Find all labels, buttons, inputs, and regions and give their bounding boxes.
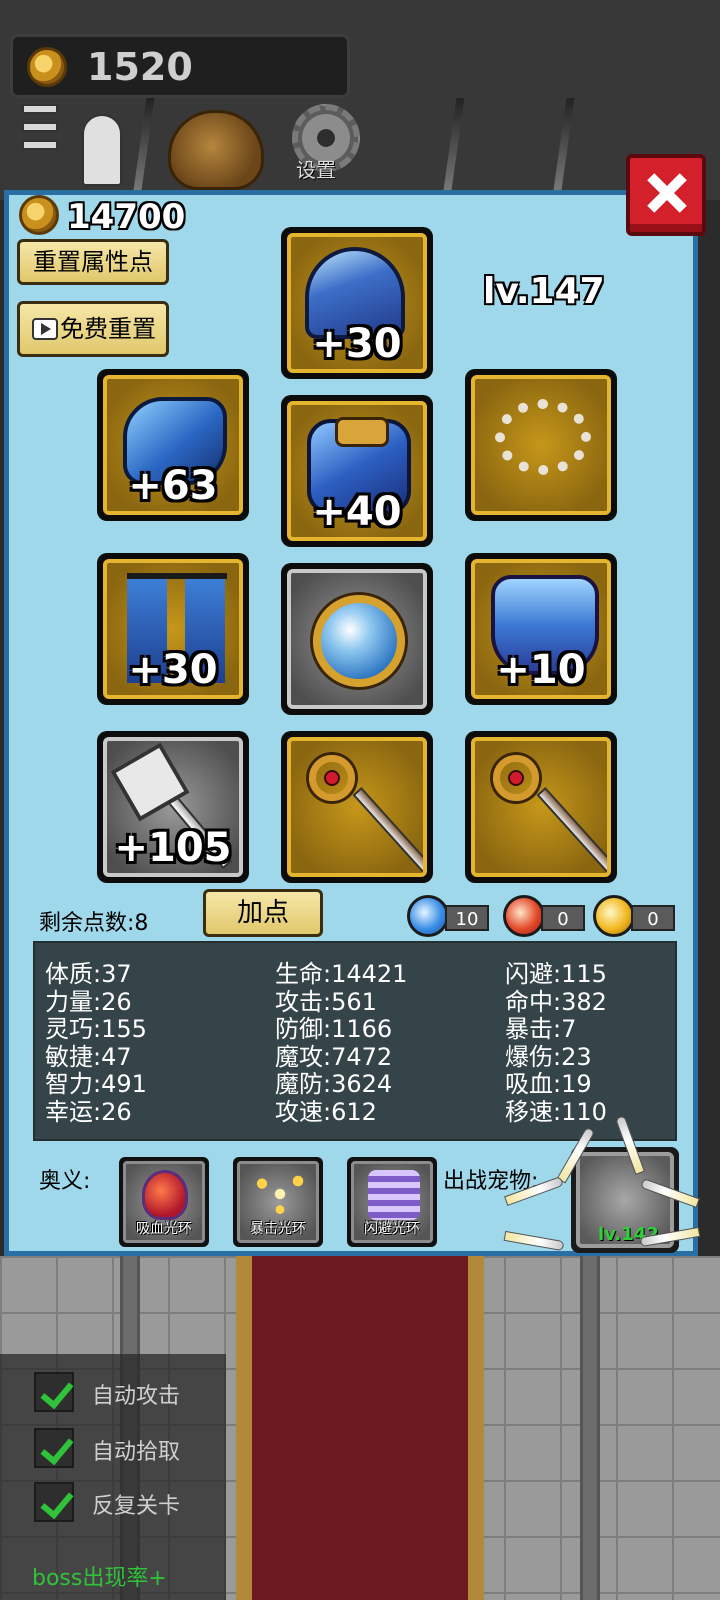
tab-bag[interactable] [160, 104, 270, 190]
secondary-stats: 闪避:115 命中:382 暴击:7 爆伤:23 吸血:19 移速:110 [505, 960, 607, 1126]
equip-slot-weapon[interactable]: +105 [97, 731, 249, 883]
tab-settings[interactable]: 设置 [286, 104, 366, 190]
stat-dodge: 闪避:115 [505, 960, 607, 988]
skill-lifesteal-aura[interactable]: 吸血光环 [119, 1157, 209, 1247]
player-level: lv.147 [483, 271, 605, 312]
enhance-level: +63 [128, 463, 218, 509]
skill-crit-aura[interactable]: 暴击光环 [233, 1157, 323, 1247]
coin-icon [27, 47, 67, 87]
base-attributes: 体质:37 力量:26 灵巧:155 敏捷:47 智力:491 幸运:26 [45, 960, 147, 1126]
add-point-button[interactable]: 加点 [203, 889, 323, 937]
necklace-icon [495, 399, 591, 475]
skills-label: 奥义: [39, 1169, 91, 1194]
checkbox-checked-icon[interactable] [34, 1428, 74, 1468]
staff-icon [536, 786, 607, 873]
stat-crit: 暴击:7 [505, 1015, 577, 1043]
equip-slot-gloves[interactable]: +63 [97, 369, 249, 521]
bag-icon [168, 110, 264, 190]
enhance-level: +105 [114, 825, 232, 871]
reset-points-label: 重置属性点 [33, 248, 153, 276]
free-reset-label: 免费重置 [60, 315, 156, 343]
enhance-level: +30 [312, 321, 402, 367]
stat-intelligence: 智力:491 [45, 1070, 147, 1098]
stat-magic-defense: 魔防:3624 [275, 1070, 393, 1098]
background-pillar [580, 1256, 600, 1600]
tab-menu[interactable] [22, 104, 122, 190]
repeat-level-label: 反复关卡 [92, 1494, 181, 1519]
orb-icon [313, 595, 405, 687]
reset-points-button[interactable]: 重置属性点 [17, 239, 169, 285]
stat-agility: 敏捷:47 [45, 1042, 132, 1071]
stat-strength: 力量:26 [45, 987, 132, 1016]
equip-slot-helmet[interactable]: +30 [281, 227, 433, 379]
stat-crit-damage: 爆伤:23 [505, 1042, 592, 1071]
equip-slot-orb[interactable] [281, 563, 433, 715]
staff-gem-icon [508, 770, 524, 786]
skill-name: 闪避光环 [364, 1221, 420, 1237]
equip-slot-necklace[interactable] [465, 369, 617, 521]
stat-hit: 命中:382 [505, 987, 607, 1016]
free-reset-button[interactable]: 免费重置 [17, 301, 169, 357]
combat-stats: 生命:14421 攻击:561 防御:1166 魔攻:7472 魔防:3624 … [275, 960, 408, 1126]
panel-gold-amount: 14700 [67, 197, 186, 237]
stat-magic-attack: 魔攻:7472 [275, 1042, 393, 1071]
equip-slot-staff-1[interactable] [281, 731, 433, 883]
checkbox-checked-icon[interactable] [34, 1372, 74, 1412]
skill-name: 吸血光环 [136, 1221, 192, 1237]
thunder-gem-count: 0 [631, 905, 675, 931]
remaining-points: 剩余点数:8 [39, 911, 149, 936]
fire-gem-icon [503, 895, 545, 937]
stat-defense: 防御:1166 [275, 1015, 393, 1043]
lifesteal-aura-icon [142, 1170, 188, 1220]
skill-name: 暴击光环 [250, 1221, 306, 1237]
equip-slot-boots[interactable]: +30 [97, 553, 249, 705]
skill-dodge-aura[interactable]: 闪避光环 [347, 1157, 437, 1247]
gold-bar: 1520 [10, 34, 350, 98]
equip-slot-pants[interactable]: +10 [465, 553, 617, 705]
coin-icon [19, 195, 59, 235]
equip-slot-armor[interactable]: +40 [281, 395, 433, 547]
tab-settings-label: 设置 [296, 158, 336, 182]
stat-dexterity: 灵巧:155 [45, 1015, 147, 1043]
equip-slot-staff-2[interactable] [465, 731, 617, 883]
add-point-label: 加点 [236, 898, 289, 928]
dodge-aura-icon [368, 1170, 420, 1220]
auto-attack-label: 自动攻击 [92, 1384, 181, 1409]
stat-attack-speed: 攻速:612 [275, 1097, 377, 1126]
water-gem-icon [407, 895, 449, 937]
character-panel: 14700 重置属性点 免费重置 lv.147 +30 +63 +40 +30 … [4, 190, 698, 1256]
boss-rate-label: boss出现率+ [32, 1566, 167, 1591]
background-carpet [236, 1256, 484, 1600]
auto-pickup-label: 自动拾取 [92, 1440, 181, 1465]
character-icon [82, 114, 122, 186]
stat-lifesteal: 吸血:19 [505, 1070, 592, 1098]
stat-move-speed: 移速:110 [505, 1097, 607, 1126]
checkbox-checked-icon[interactable] [34, 1482, 74, 1522]
gold-amount: 1520 [87, 45, 193, 89]
stat-luck: 幸运:26 [45, 1097, 132, 1126]
enhance-level: +40 [312, 489, 402, 535]
enhance-level: +30 [128, 647, 218, 693]
fire-gem-count: 0 [541, 905, 585, 931]
staff-icon [352, 786, 423, 873]
stat-constitution: 体质:37 [45, 960, 132, 988]
enhance-level: +10 [496, 647, 586, 693]
staff-gem-icon [324, 770, 340, 786]
stat-attack: 攻击:561 [275, 987, 377, 1016]
video-ad-icon [32, 318, 58, 340]
stats-panel: 体质:37 力量:26 灵巧:155 敏捷:47 智力:491 幸运:26 生命… [33, 941, 677, 1141]
close-button[interactable] [626, 154, 706, 236]
water-gem-count: 10 [445, 905, 489, 931]
crit-aura-icon [250, 1168, 310, 1220]
thunder-gem-icon [593, 895, 635, 937]
stat-hp: 生命:14421 [275, 960, 408, 988]
